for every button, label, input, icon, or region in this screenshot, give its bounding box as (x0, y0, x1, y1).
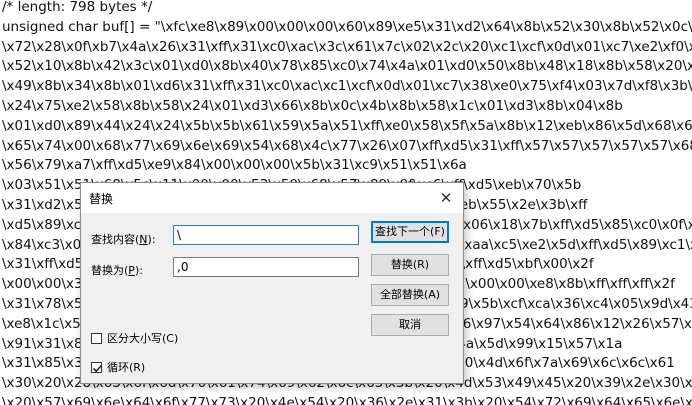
code-line: \x24\x75\xe2\x58\x8b\x58\x24\x01\xd3\x66… (2, 98, 623, 114)
replace-all-button[interactable]: 全部替换(A) (371, 284, 449, 306)
code-line: \x49\x8b\x34\x8b\x01\xd6\x31\xff\x31\xc0… (2, 78, 692, 95)
find-next-button[interactable]: 查找下一个(F) (371, 221, 449, 243)
wrap-checkbox[interactable]: 循环(R) (91, 359, 145, 375)
code-line: \x72\x28\x0f\xb7\x4a\x26\x31\xff\x31\xc0… (2, 38, 692, 55)
match-case-checkbox[interactable]: 区分大小写(C) (91, 330, 178, 346)
dialog-titlebar[interactable]: 替换 ✕ (81, 183, 463, 213)
close-button[interactable]: ✕ (429, 183, 463, 213)
code-line: \x20\x57\x69\x6e\x64\x6f\x77\x73\x20\x4e… (2, 395, 692, 405)
checkmark-icon (92, 364, 103, 372)
dialog-title: 替换 (89, 192, 114, 206)
replace-input[interactable] (173, 257, 359, 277)
code-line: \x65\x74\x00\x68\x77\x69\x6e\x69\x54\x68… (2, 137, 692, 154)
cancel-button[interactable]: 取消 (371, 314, 449, 336)
code-line: \x01\xd0\x89\x44\x24\x24\x5b\x5b\x61\x59… (2, 117, 692, 134)
code-line: /* length: 798 bytes */ (2, 0, 153, 15)
find-label: 查找内容(N): (91, 233, 156, 246)
close-icon: ✕ (439, 189, 453, 207)
replace-label: 替换为(P): (91, 264, 143, 277)
code-line: \x56\x79\xa7\xff\xd5\xe9\x84\x00\x00\x00… (2, 157, 467, 174)
code-line: unsigned char buf[] = "\xfc\xe8\x89\x00\… (2, 18, 692, 35)
find-input[interactable] (173, 225, 359, 245)
wrap-label: 循环(R) (107, 361, 146, 374)
match-case-box[interactable] (91, 332, 102, 344)
code-line: \x52\x10\x8b\x42\x3c\x01\xd0\x8b\x40\x78… (2, 58, 692, 75)
wrap-box[interactable] (91, 361, 103, 373)
replace-button[interactable]: 替换(R) (371, 254, 449, 276)
match-case-label: 区分大小写(C) (107, 332, 179, 345)
replace-dialog: 替换 ✕ 查找内容(N): 替换为(P): 查找下一个(F) 替换(R) 全部替… (80, 182, 464, 384)
